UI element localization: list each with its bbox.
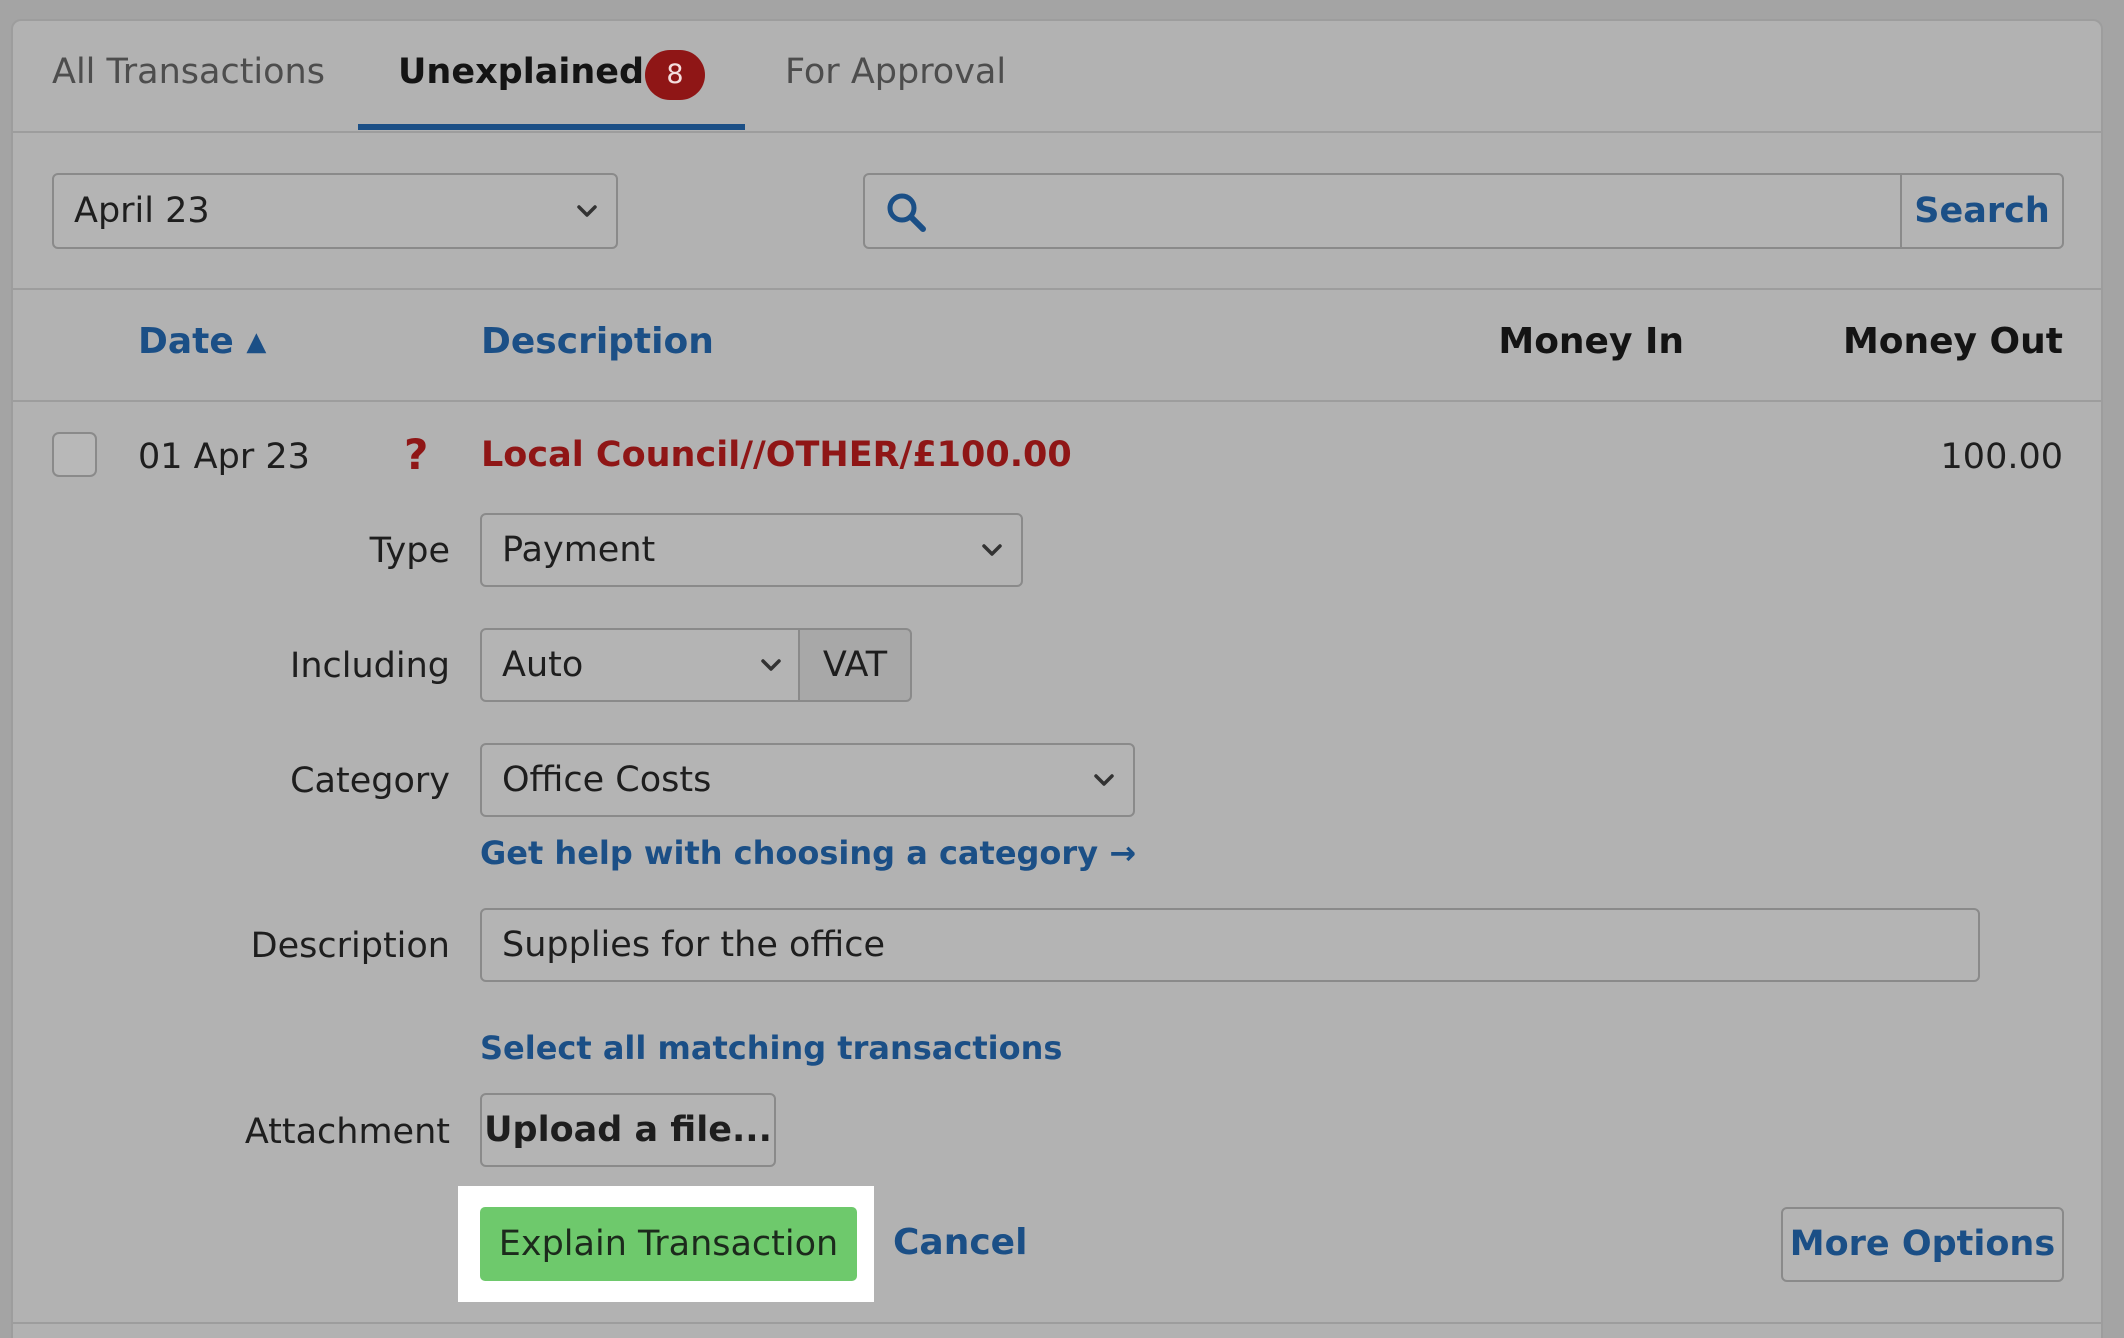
search-button[interactable]: Search [1900, 173, 2064, 249]
unexplained-count-badge: 8 [645, 50, 705, 100]
chevron-down-icon [761, 659, 781, 671]
chevron-down-icon [1094, 774, 1114, 786]
tab-for-approval[interactable]: For Approval [785, 52, 1006, 92]
transaction-date: 01 Apr 23 [138, 437, 310, 477]
vat-addon: VAT [798, 628, 912, 702]
chevron-down-icon [982, 544, 1002, 556]
including-select-value: Auto [502, 645, 584, 685]
category-help-link[interactable]: Get help with choosing a category → [480, 834, 1136, 872]
upload-file-button[interactable]: Upload a file... [480, 1093, 776, 1167]
row-bottom-divider [11, 1322, 2103, 1324]
category-select[interactable]: Office Costs [480, 743, 1135, 817]
search-icon [887, 193, 926, 232]
transaction-description[interactable]: Local Council//OTHER/£100.00 [481, 435, 1072, 475]
row-select-checkbox[interactable] [52, 432, 97, 477]
column-date-label: Date [138, 321, 234, 362]
select-matching-link[interactable]: Select all matching transactions [480, 1029, 1062, 1067]
tabs-divider [11, 131, 2103, 133]
tab-all-transactions[interactable]: All Transactions [52, 52, 325, 92]
including-label: Including [290, 646, 450, 686]
active-tab-indicator [358, 124, 745, 130]
unexplained-question-icon: ? [404, 430, 429, 479]
including-select[interactable]: Auto [480, 628, 800, 702]
search-field[interactable] [863, 173, 1902, 249]
more-options-button[interactable]: More Options [1781, 1207, 2064, 1282]
period-select[interactable]: April 23 [52, 173, 618, 249]
explain-transaction-button[interactable]: Explain Transaction [480, 1207, 857, 1281]
transaction-money-out: 100.00 [1940, 437, 2063, 477]
type-select-value: Payment [502, 530, 656, 570]
filters-divider [11, 288, 2103, 290]
attachment-label: Attachment [244, 1112, 450, 1152]
column-description[interactable]: Description [481, 321, 714, 362]
cancel-link[interactable]: Cancel [893, 1222, 1027, 1263]
period-select-value: April 23 [74, 191, 210, 231]
category-select-value: Office Costs [502, 760, 712, 800]
header-divider [11, 400, 2103, 402]
description-label: Description [250, 926, 450, 966]
type-label: Type [369, 531, 450, 571]
column-date[interactable]: Date ▲ [138, 321, 266, 362]
category-label: Category [290, 761, 450, 801]
tab-unexplained[interactable]: Unexplained [398, 52, 644, 92]
type-select[interactable]: Payment [480, 513, 1023, 587]
description-input[interactable]: Supplies for the office [480, 908, 1980, 982]
column-money-out: Money Out [1842, 321, 2063, 362]
chevron-down-icon [577, 205, 597, 217]
column-money-in: Money In [1498, 321, 1684, 362]
sort-ascending-icon: ▲ [246, 327, 267, 357]
